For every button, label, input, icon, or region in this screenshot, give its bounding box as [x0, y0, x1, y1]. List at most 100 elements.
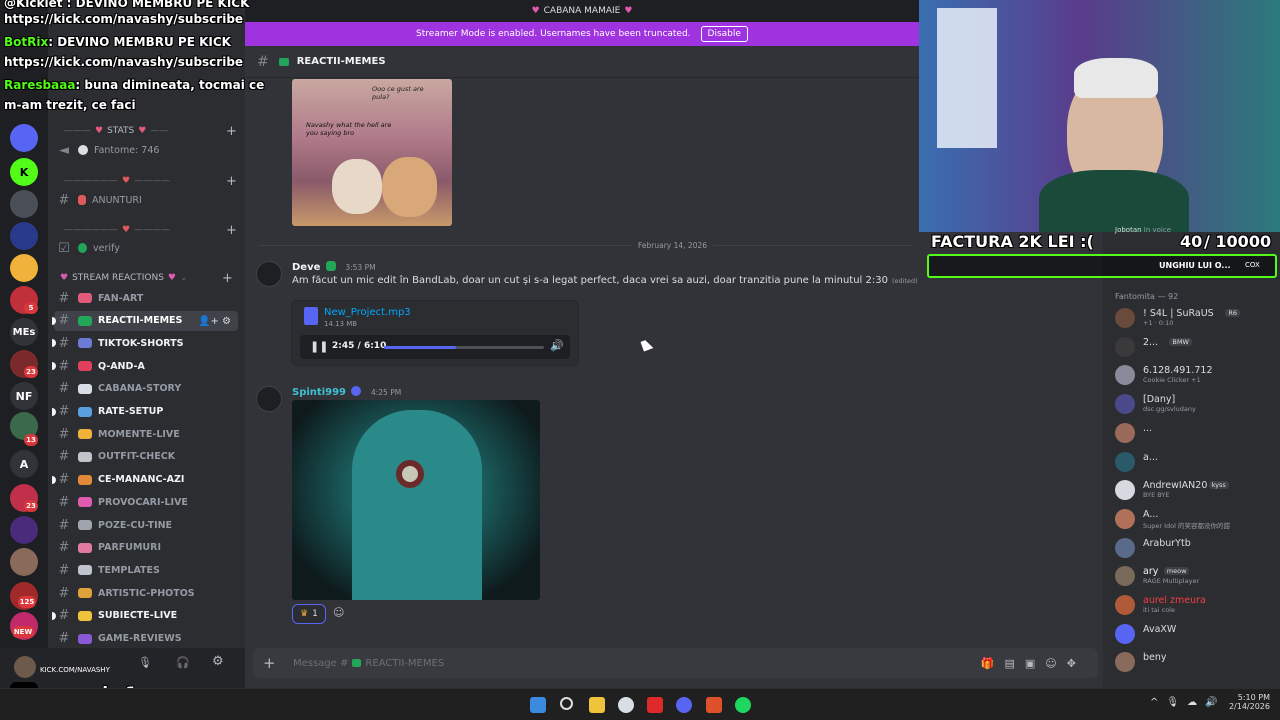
disable-button[interactable]: Disable	[700, 26, 748, 42]
volume-icon[interactable]: 🔊	[550, 339, 564, 352]
sidebar-item-outfit-check[interactable]: # OUTFIT-CHECK	[54, 447, 238, 467]
meme-image[interactable]: Ooo ce gust are pula? Navashy what the h…	[292, 79, 452, 226]
sidebar-item-fan-art[interactable]: # FAN-ART	[54, 288, 238, 308]
avatar[interactable]	[14, 656, 36, 678]
sidebar-item-subiecte-live[interactable]: # SUBIECTE-LIVE	[52, 606, 238, 626]
tray-icons[interactable]: ^🎙☁🔊	[1150, 697, 1226, 708]
shirt-shape	[1039, 170, 1189, 232]
message-composer[interactable]: + Message # REACTII-MEMES 🎁▤▣☺✥	[253, 648, 1098, 678]
sidebar-item-cabana-story[interactable]: # CABANA-STORY	[54, 379, 238, 399]
server-icon-a[interactable]: A	[10, 450, 38, 478]
hash-icon: #	[58, 358, 70, 374]
message-author[interactable]: Deve 3:53 PM	[292, 261, 376, 273]
username[interactable]: Deve	[292, 262, 320, 273]
reaction-pill[interactable]: ♛ 1	[292, 604, 326, 624]
channel-header: # REACTII-MEMES	[245, 46, 919, 78]
sidebar-item-game-reviews[interactable]: # GAME-REVIEWS	[54, 629, 238, 649]
file-name[interactable]: New_Project.mp3	[324, 307, 411, 318]
member-row[interactable]: ! S4L | SuRaUS R6 +1 · 0:10	[1113, 306, 1278, 330]
sidebar-item-label: OUTFIT-CHECK	[98, 451, 176, 463]
member-row[interactable]: AraburYtb	[1113, 536, 1278, 560]
member-row[interactable]: AndrewIAN20 kyss BYE BYE	[1113, 478, 1278, 502]
sidebar-item-templates[interactable]: # TEMPLATES	[54, 560, 238, 580]
channel-settings-icons[interactable]: 👤+ ⚙	[198, 316, 231, 327]
category-stats[interactable]: ——— ♥ STATS ♥ —— +	[64, 124, 237, 139]
member-row[interactable]: a...	[1113, 450, 1278, 474]
add-channel-icon[interactable]: +	[222, 271, 233, 286]
sidebar-item-q-and-a[interactable]: # Q-AND-A	[52, 356, 238, 376]
gear-icon[interactable]: ⚙	[212, 654, 224, 669]
channel-emoji-icon	[78, 383, 92, 394]
channel-fantome[interactable]: ◄ Fantome: 746	[54, 140, 238, 160]
brave-icon[interactable]	[706, 697, 722, 713]
progress-track[interactable]	[384, 346, 544, 349]
channel-verify[interactable]: ☑ verify	[54, 238, 238, 258]
member-row[interactable]: beny	[1113, 650, 1278, 674]
folder-icon[interactable]	[589, 697, 605, 713]
youtube-icon[interactable]	[647, 697, 663, 713]
category-stream-reactions[interactable]: ♥ STREAM REACTIONS ♥ ⌄ +	[60, 271, 233, 286]
discord-icon[interactable]	[676, 697, 692, 713]
channel-anunturi[interactable]: # ANUNTURI	[54, 190, 238, 210]
member-row[interactable]: aurel zmeura iti tai cole	[1113, 593, 1278, 617]
sidebar-item-label: RATE-SETUP	[98, 406, 164, 417]
member-row[interactable]: 2... BMW	[1113, 335, 1278, 359]
channel-label: Fantome: 746	[94, 144, 160, 156]
channel-emoji-icon	[78, 542, 92, 553]
hash-icon: #	[58, 585, 70, 601]
plus-icon[interactable]: +	[263, 654, 277, 672]
server-icon-mes[interactable]: MEs	[10, 318, 38, 346]
sidebar-item-tiktok-shorts[interactable]: # TIKTOK-SHORTS	[52, 333, 238, 353]
sidebar-item-ce-mananc-azi[interactable]: # CE-MANANC-AZI	[52, 470, 238, 490]
server-icon-kick[interactable]: K	[10, 158, 38, 186]
clock[interactable]: 5:10 PM 2/14/2026	[1226, 693, 1270, 711]
member-row[interactable]: AvaXW	[1113, 622, 1278, 646]
mic-icon[interactable]: 🎙	[138, 656, 152, 669]
avatar[interactable]	[256, 261, 282, 287]
server-icon-dm[interactable]	[10, 124, 38, 152]
add-channel-icon[interactable]: +	[226, 124, 237, 139]
gif-image[interactable]	[292, 400, 540, 600]
spotify-icon[interactable]	[735, 697, 751, 713]
username[interactable]: Spinti999	[292, 387, 346, 398]
headphones-icon[interactable]: 🎧	[176, 656, 190, 669]
search-icon[interactable]	[560, 697, 573, 710]
hash-icon: #	[58, 381, 70, 397]
pause-icon[interactable]: ❚❚	[310, 340, 328, 353]
avatar	[1115, 566, 1135, 587]
avatar	[1115, 480, 1135, 501]
voice-user: Jobotan In voice	[1115, 226, 1171, 234]
chrome-icon[interactable]	[618, 697, 634, 713]
server-icon-nf[interactable]: NF	[10, 382, 38, 410]
sidebar-item-poze-cu-tine[interactable]: # POZE-CU-TINE	[54, 515, 238, 535]
avatar[interactable]	[256, 386, 282, 412]
sidebar-item-rate-setup[interactable]: # RATE-SETUP	[52, 402, 238, 422]
user-panel: KICK.COM/NAVASHY 🎙 🎧 ⚙	[0, 648, 245, 688]
member-row[interactable]: 6.128.491.712 Cookie Clicker +1	[1113, 363, 1278, 387]
member-group-header: Fantomita — 92	[1115, 292, 1179, 301]
add-channel-icon[interactable]: +	[226, 223, 237, 238]
server-icon-dark[interactable]	[10, 222, 38, 250]
message-author[interactable]: Spinti999 4:25 PM	[292, 386, 401, 398]
audio-player: ❚❚ 2:45 / 6:10 🔊	[300, 335, 570, 359]
sidebar-item-momente-live[interactable]: # MOMENTE-LIVE	[54, 424, 238, 444]
heart-icon: ♥	[624, 6, 633, 16]
sidebar-item-provocari-live[interactable]: # PROVOCARI-LIVE	[54, 492, 238, 512]
sidebar-item-parfumuri[interactable]: # PARFUMURI	[54, 538, 238, 558]
member-row[interactable]: ...	[1113, 421, 1278, 445]
server-icon-runner[interactable]	[10, 254, 38, 282]
server-icon-cog[interactable]	[10, 190, 38, 218]
category-divider[interactable]: —————— ♥ ———— +	[64, 174, 237, 189]
add-channel-icon[interactable]: +	[226, 174, 237, 189]
member-row[interactable]: ary meow RAGE Multiplayer	[1113, 564, 1278, 588]
category-divider[interactable]: —————— ♥ ———— +	[64, 223, 237, 238]
server-icon-face[interactable]	[10, 548, 38, 576]
composer-tools-icon[interactable]: 🎁▤▣☺✥	[981, 657, 1086, 670]
add-reaction-icon[interactable]: ☺	[333, 606, 344, 619]
sidebar-item-artistic-photos[interactable]: # ARTISTIC-PHOTOS	[54, 583, 238, 603]
member-row[interactable]: A... Super Idol 的笑容都没你的甜	[1113, 507, 1278, 531]
member-row[interactable]: [Dany] dsc.gg/svludany	[1113, 392, 1278, 416]
server-icon-purple[interactable]	[10, 516, 38, 544]
hash-icon: #	[58, 631, 70, 646]
start-icon[interactable]	[530, 697, 546, 713]
